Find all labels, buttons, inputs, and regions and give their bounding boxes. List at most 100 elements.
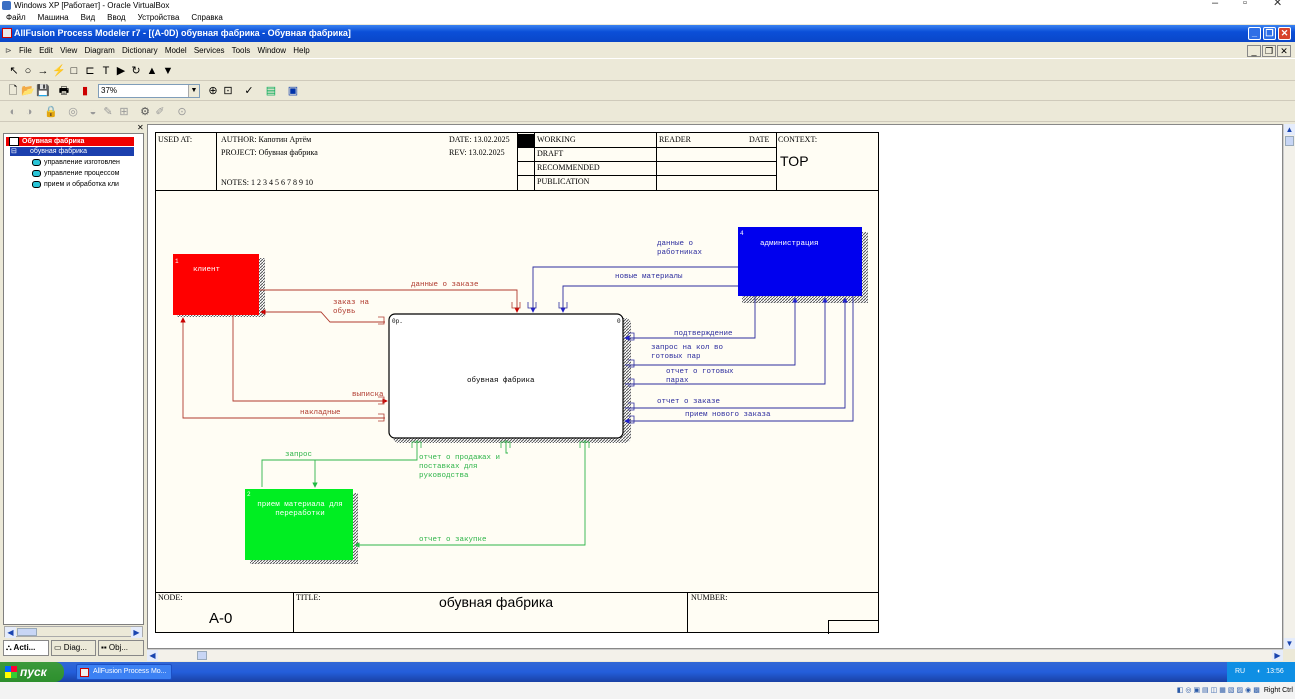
host-menu-item[interactable]: Файл (6, 13, 26, 22)
new-icon[interactable]: 🗋 (6, 84, 20, 98)
start-button[interactable]: пуск (0, 662, 64, 682)
canvas-vscrollbar[interactable]: ▲ ▼ (1283, 124, 1295, 649)
material-box[interactable] (245, 489, 353, 560)
mdi-close-button[interactable]: ✕ (1277, 45, 1291, 57)
taskbar-item[interactable]: AllFusion Process Mo... (76, 664, 172, 680)
drawing-toolbar: ↖ ○ → ⚡ □ ⊏ T ▶ ↻ ▲ ▼ (0, 61, 1295, 81)
menu-edit[interactable]: Edit (39, 46, 53, 55)
print-icon[interactable]: 🖶 (57, 84, 71, 98)
collapse-icon[interactable]: ⊟ (11, 147, 17, 156)
notes-text: NOTES: 1 2 3 4 5 6 7 8 9 10 (221, 178, 313, 187)
activity-tool-icon[interactable]: ○ (21, 64, 35, 78)
tree-item[interactable]: прием и обработка кли (30, 180, 119, 189)
scroll-thumb[interactable] (17, 628, 37, 636)
menu-dictionary[interactable]: Dictionary (122, 46, 158, 55)
tree-item[interactable]: управление процессом (30, 169, 119, 178)
mdi-minimize-button[interactable]: _ (1247, 45, 1261, 57)
color-icon[interactable]: ▮ (78, 84, 92, 98)
app-titlebar: AllFusion Process Modeler r7 - [(A-0D) о… (0, 25, 1295, 42)
rotate-icon[interactable]: ↻ (129, 64, 143, 78)
menu-help[interactable]: Help (293, 46, 309, 55)
zoom-select[interactable]: 37% ▼ (98, 84, 200, 98)
scroll-thumb[interactable] (1285, 136, 1294, 146)
host-menu-item[interactable]: Справка (191, 13, 222, 22)
tab-label: Obj... (108, 643, 129, 652)
host-maximize-button[interactable]: ▫ (1243, 0, 1247, 9)
tray-icon[interactable]: ◐ (1257, 668, 1261, 675)
squiggle-tool-icon[interactable]: ⚡ (52, 64, 66, 78)
host-menu-item[interactable]: Вид (81, 13, 95, 22)
menu-tools[interactable]: Tools (232, 46, 251, 55)
menu-diagram[interactable]: Diagram (85, 46, 115, 55)
scroll-left-icon[interactable]: ◀ (5, 627, 16, 638)
tree-hscrollbar[interactable]: ◀ ▶ (4, 626, 143, 638)
scroll-up-icon[interactable]: ▲ (1284, 124, 1295, 135)
host-menu-item[interactable]: Ввод (107, 13, 125, 22)
arrow-label-order-data: данные о заказе (411, 281, 479, 289)
tree-root[interactable]: Обувная фабрика (6, 137, 134, 146)
up-icon[interactable]: ▲ (145, 64, 159, 78)
disabled-tool-icon: ✐ (155, 106, 165, 118)
arrow-new-materials[interactable] (560, 285, 738, 313)
arrow-order-data[interactable] (259, 289, 520, 313)
grid-line (517, 175, 776, 176)
spell-icon[interactable]: ✓ (242, 84, 256, 98)
open-icon[interactable]: 📂 (21, 84, 35, 98)
host-menu-item[interactable]: Устройства (138, 13, 180, 22)
zoom-icon[interactable]: ⊕ (206, 84, 220, 98)
activity-icon (32, 181, 41, 188)
tree-node-main[interactable]: ⊟ обувная фабрика (10, 147, 134, 156)
context-value: TOP (780, 153, 809, 169)
material-number: 2 (247, 491, 251, 498)
properties-icon[interactable]: ⚙ (138, 105, 152, 119)
scroll-right-icon[interactable]: ▶ (1272, 650, 1283, 661)
restore-button[interactable]: ❐ (1263, 27, 1276, 40)
arrow-tool-icon[interactable]: → (36, 64, 50, 78)
lock-icon: 🔒 (44, 106, 58, 118)
box-tool-icon[interactable]: □ (67, 64, 81, 78)
arrow-invoice[interactable] (180, 317, 385, 419)
minimize-button[interactable]: _ (1248, 27, 1261, 40)
grid-icon: ⊞ (119, 106, 129, 118)
main-activity-box[interactable] (388, 313, 624, 439)
arrow-receipt[interactable] (232, 315, 388, 404)
scroll-thumb[interactable] (197, 651, 207, 660)
tab-objects[interactable]: ▪▪ Obj... (98, 640, 144, 656)
report-icon[interactable]: ▣ (286, 84, 300, 98)
menu-view[interactable]: View (60, 46, 77, 55)
menu-services[interactable]: Services (194, 46, 225, 55)
pointer-tool-icon[interactable]: ↖ (7, 64, 21, 78)
host-menu-item[interactable]: Машина (38, 13, 69, 22)
host-close-button[interactable]: ✕ (1273, 0, 1282, 9)
text-tool-icon[interactable]: T (99, 64, 113, 78)
save-icon[interactable]: 💾 (36, 84, 50, 98)
scroll-left-icon[interactable]: ◀ (147, 650, 158, 661)
close-button[interactable]: ✕ (1278, 27, 1291, 40)
offpage-tool-icon[interactable]: ⊏ (83, 64, 97, 78)
admin-box[interactable] (738, 227, 862, 296)
tree-item[interactable]: управление изготовлен (30, 158, 120, 167)
menu-file[interactable]: File (19, 46, 32, 55)
play-icon[interactable]: ▶ (114, 64, 128, 78)
host-minimize-button[interactable]: – (1212, 0, 1218, 9)
date-column-label: DATE (749, 135, 770, 144)
menu-window[interactable]: Window (258, 46, 286, 55)
client-box[interactable] (173, 254, 259, 315)
canvas-hscrollbar[interactable]: ◀ ▶ (147, 649, 1283, 661)
down-icon[interactable]: ▼ (161, 64, 175, 78)
scroll-right-icon[interactable]: ▶ (131, 627, 142, 638)
fit-icon[interactable]: ⊡ (221, 84, 235, 98)
scroll-down-icon[interactable]: ▼ (1284, 638, 1295, 649)
admin-number: 4 (740, 230, 744, 237)
arrow-label-request: запрос (285, 451, 313, 459)
arrow-request[interactable] (261, 440, 418, 487)
tab-diagrams[interactable]: ▭ Diag... (51, 640, 96, 656)
language-indicator[interactable]: RU (1235, 668, 1245, 675)
mdi-restore-button[interactable]: ❐ (1262, 45, 1276, 57)
panel-close-icon[interactable]: ✕ (137, 124, 145, 132)
chevron-down-icon[interactable]: ▼ (188, 85, 199, 97)
footer-divider (156, 592, 878, 593)
tab-activities[interactable]: ⛬ Acti... (3, 640, 49, 656)
menu-model[interactable]: Model (165, 46, 187, 55)
model-explorer-icon[interactable]: ▤ (264, 84, 278, 98)
